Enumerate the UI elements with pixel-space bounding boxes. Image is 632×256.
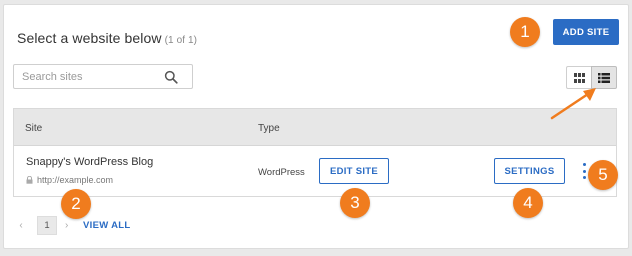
chevron-left-icon[interactable]: ‹ bbox=[13, 220, 29, 231]
lock-icon bbox=[26, 176, 33, 184]
site-count: (1 of 1) bbox=[164, 35, 198, 46]
column-header-type: Type bbox=[258, 123, 280, 134]
search-icon[interactable] bbox=[164, 70, 178, 84]
search-box bbox=[13, 64, 193, 89]
add-site-button[interactable]: ADD SITE bbox=[553, 19, 619, 45]
table-header: Site Type bbox=[14, 109, 616, 146]
callout-1: 1 bbox=[510, 17, 540, 47]
grid-view-icon bbox=[573, 72, 585, 83]
search-input[interactable] bbox=[22, 65, 162, 88]
site-url-text: http://example.com bbox=[37, 175, 114, 185]
arrow-pointer-icon bbox=[550, 88, 596, 120]
list-view-icon bbox=[598, 72, 610, 83]
site-type: WordPress bbox=[258, 167, 305, 178]
more-options-icon[interactable] bbox=[580, 161, 588, 181]
view-all-link[interactable]: VIEW ALL bbox=[83, 220, 130, 231]
sites-table: Site Type Snappy's WordPress Blog http:/… bbox=[13, 108, 617, 197]
callout-3: 3 bbox=[340, 188, 370, 218]
callout-5: 5 bbox=[588, 160, 618, 190]
site-name: Snappy's WordPress Blog bbox=[26, 156, 154, 168]
column-header-site: Site bbox=[25, 123, 43, 134]
site-url: http://example.com bbox=[26, 175, 113, 185]
callout-2: 2 bbox=[61, 189, 91, 219]
callout-4: 4 bbox=[513, 188, 543, 218]
edit-site-button[interactable]: EDIT SITE bbox=[319, 158, 389, 184]
page-number[interactable]: 1 bbox=[37, 215, 57, 235]
settings-button[interactable]: SETTINGS bbox=[494, 158, 565, 184]
title-text: Select a website below bbox=[17, 30, 162, 46]
page-title: Select a website below (1 of 1) bbox=[17, 30, 197, 46]
chevron-right-icon[interactable]: › bbox=[65, 220, 75, 231]
